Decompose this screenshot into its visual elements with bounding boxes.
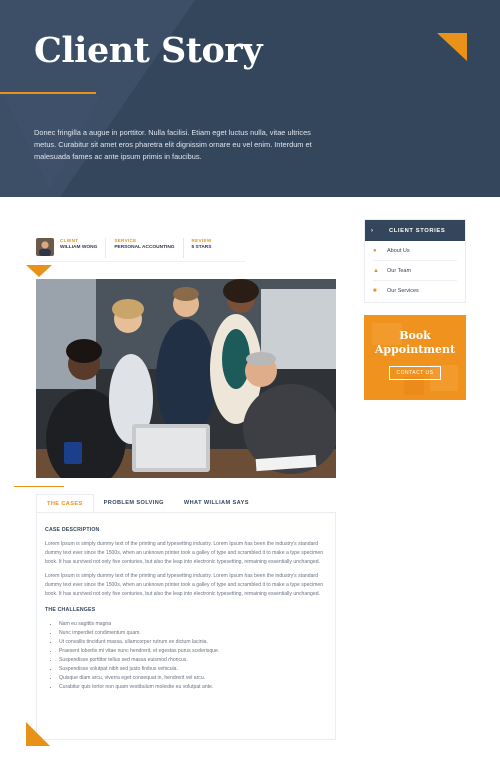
case-description-heading: CASE DESCRIPTION bbox=[45, 527, 100, 533]
book-appointment-card: Book Appointment CONTACT US bbox=[364, 315, 466, 400]
list-item: Praesent lobortis mi vitae nunc hendreri… bbox=[59, 647, 327, 656]
hero-description: Donec fringilla a augue in porttitor. Nu… bbox=[34, 128, 312, 162]
hero-accent-rule bbox=[0, 92, 96, 94]
case-description-paragraph-1: Lorem Ipsum is simply dummy text of the … bbox=[45, 541, 324, 566]
chevron-right-icon: › bbox=[371, 227, 374, 234]
contact-us-button[interactable]: CONTACT US bbox=[389, 366, 441, 380]
people-icon: ● bbox=[373, 247, 377, 254]
triangle-down-icon bbox=[26, 265, 52, 277]
meta-review-value: 5 STARS bbox=[191, 245, 212, 250]
challenges-list: Nam eu sagittis magna Nunc imperdiet con… bbox=[59, 620, 327, 693]
corner-triangle-icon bbox=[26, 722, 50, 746]
hero-section: Client Story Donec fringilla a augue in … bbox=[0, 0, 500, 197]
client-meta-row: CLIENT WILLIAM WONG SERVICE PERSONAL ACC… bbox=[36, 238, 227, 258]
meta-client: CLIENT WILLIAM WONG bbox=[60, 238, 107, 258]
list-item: Suspendisse volutpat nibh sed justo fini… bbox=[59, 665, 327, 674]
client-stories-sidebar: › CLIENT STORIES ● About Us ▲ Our Team ■… bbox=[364, 219, 466, 303]
sidebar-item-label: Our Services bbox=[387, 288, 419, 294]
avatar bbox=[36, 238, 54, 256]
meta-review: REVIEW 5 STARS bbox=[192, 238, 220, 258]
sidebar-item-about-us[interactable]: ● About Us bbox=[373, 241, 457, 261]
list-item: Curabitur quis tortor non quam vestibulu… bbox=[59, 683, 327, 692]
page-title: Client Story bbox=[34, 30, 263, 71]
tab-content-panel: CASE DESCRIPTION Lorem Ipsum is simply d… bbox=[36, 512, 336, 740]
list-item: Nunc imperdiet condimentum quam. bbox=[59, 629, 327, 638]
list-item: Quisque diam arcu, viverra eget consequa… bbox=[59, 674, 327, 683]
book-title-line-2: Appointment bbox=[374, 343, 456, 356]
book-appointment-title: Book Appointment bbox=[364, 329, 466, 357]
meta-client-value: WILLIAM WONG bbox=[60, 245, 98, 250]
book-title-line-1: Book bbox=[399, 329, 431, 342]
sidebar-title: CLIENT STORIES bbox=[389, 227, 446, 234]
book-card-pattern bbox=[372, 323, 458, 395]
person-icon: ▲ bbox=[373, 267, 379, 274]
sidebar-item-label: About Us bbox=[387, 247, 410, 254]
tab-the-cases[interactable]: THE CASES bbox=[36, 494, 94, 512]
folder-icon: ■ bbox=[373, 288, 377, 294]
list-item: Suspendisse porttitor tellus sed massa e… bbox=[59, 656, 327, 665]
case-description-paragraph-2: Lorem Ipsum is simply dummy text of the … bbox=[45, 573, 324, 598]
tab-problem-solving[interactable]: PROBLEM SOLVING bbox=[94, 494, 174, 512]
sidebar-item-label: Our Team bbox=[387, 267, 412, 274]
story-tabs: THE CASES PROBLEM SOLVING WHAT WILLIAM S… bbox=[36, 494, 336, 512]
client-team-photo bbox=[36, 279, 336, 478]
sidebar-item-our-services[interactable]: ■ Our Services bbox=[373, 281, 457, 301]
corner-triangle-icon bbox=[437, 33, 467, 61]
tabs-accent-rule bbox=[14, 486, 64, 487]
meta-service-value: PERSONAL ACCOUNTING bbox=[114, 245, 175, 250]
sidebar-header[interactable]: › CLIENT STORIES bbox=[365, 220, 465, 241]
meta-service: SERVICE PERSONAL ACCOUNTING bbox=[114, 238, 184, 258]
meta-divider bbox=[36, 261, 246, 262]
list-item: Ut convallis tincidunt massa, ullamcorpe… bbox=[59, 638, 327, 647]
sidebar-item-our-team[interactable]: ▲ Our Team bbox=[373, 261, 457, 281]
list-item: Nam eu sagittis magna bbox=[59, 620, 327, 629]
tab-what-william-says[interactable]: WHAT WILLIAM SAYS bbox=[174, 494, 259, 512]
challenges-heading: THE CHALLENGES bbox=[45, 606, 96, 613]
